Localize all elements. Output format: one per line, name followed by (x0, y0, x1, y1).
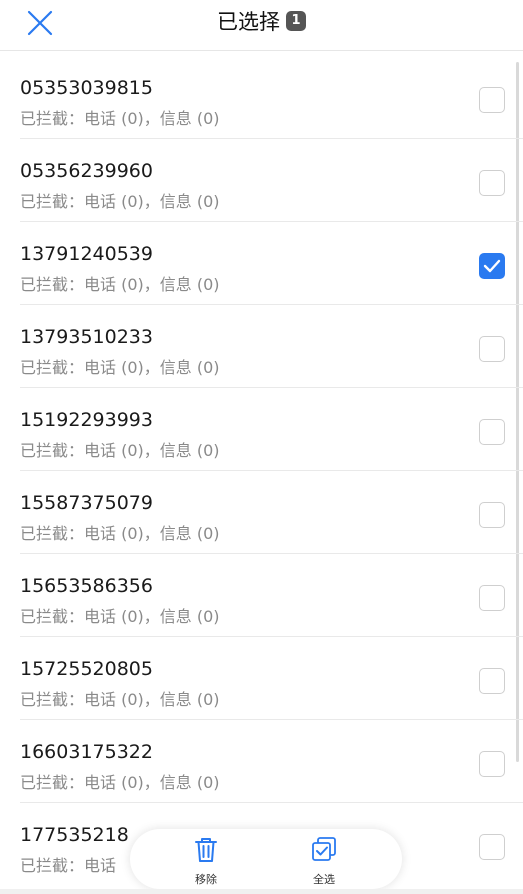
phone-number: 15725520805 (20, 658, 153, 680)
list-item[interactable]: 05353039815 已拦截：电话 (0)，信息 (0) (20, 56, 523, 139)
phone-number: 05353039815 (20, 77, 153, 99)
phone-number: 15653586356 (20, 575, 153, 597)
phone-number: 177535218 (20, 824, 129, 846)
phone-number: 13793510233 (20, 326, 153, 348)
phone-number: 15192293993 (20, 409, 153, 431)
list-item[interactable]: 15725520805 已拦截：电话 (0)，信息 (0) (20, 637, 523, 720)
block-status: 已拦截：电话 (0)，信息 (0) (20, 192, 220, 211)
page-title: 已选择 (217, 10, 280, 34)
block-status: 已拦截：电话 (0)，信息 (0) (20, 441, 220, 460)
list-item[interactable]: 15587375079 已拦截：电话 (0)，信息 (0) (20, 471, 523, 554)
remove-label: 移除 (195, 873, 217, 886)
selected-count-badge: 1 (286, 11, 306, 31)
block-status: 已拦截：电话 (0)，信息 (0) (20, 275, 220, 294)
blocked-number-list: 05353039815 已拦截：电话 (0)，信息 (0) 05356239960 已… (0, 56, 523, 885)
block-status: 已拦截：电话 (20, 856, 117, 875)
list-item[interactable]: 13793510233 已拦截：电话 (0)，信息 (0) (20, 305, 523, 388)
select-checkbox[interactable] (479, 668, 505, 694)
list-item[interactable]: 05356239960 已拦截：电话 (0)，信息 (0) (20, 139, 523, 222)
select-checkbox[interactable] (479, 585, 505, 611)
phone-number: 16603175322 (20, 741, 153, 763)
bottom-action-bar: 移除 全选 (130, 829, 402, 889)
list-item[interactable]: 15653586356 已拦截：电话 (0)，信息 (0) (20, 554, 523, 637)
select-all-icon (312, 837, 336, 861)
select-checkbox[interactable] (479, 751, 505, 777)
bottom-edge (0, 889, 523, 894)
remove-button[interactable]: 移除 (176, 835, 236, 887)
page-title-wrap: 已选择 1 (0, 7, 523, 37)
select-checkbox[interactable] (479, 419, 505, 445)
select-checkbox[interactable] (479, 87, 505, 113)
select-checkbox[interactable] (479, 253, 505, 279)
block-status: 已拦截：电话 (0)，信息 (0) (20, 109, 220, 128)
block-status: 已拦截：电话 (0)，信息 (0) (20, 358, 220, 377)
select-checkbox[interactable] (479, 336, 505, 362)
block-status: 已拦截：电话 (0)，信息 (0) (20, 690, 220, 709)
block-status: 已拦截：电话 (0)，信息 (0) (20, 524, 220, 543)
trash-icon (195, 838, 217, 862)
select-all-button[interactable]: 全选 (294, 835, 354, 887)
checkmark-icon (483, 259, 501, 273)
select-checkbox[interactable] (479, 170, 505, 196)
block-status: 已拦截：电话 (0)，信息 (0) (20, 773, 220, 792)
phone-number: 05356239960 (20, 160, 153, 182)
phone-number: 13791240539 (20, 243, 153, 265)
select-checkbox[interactable] (479, 502, 505, 528)
list-item[interactable]: 15192293993 已拦截：电话 (0)，信息 (0) (20, 388, 523, 471)
select-all-label: 全选 (313, 873, 335, 886)
top-app-bar: 已选择 1 (0, 0, 523, 51)
phone-number: 15587375079 (20, 492, 153, 514)
list-item[interactable]: 16603175322 已拦截：电话 (0)，信息 (0) (20, 720, 523, 803)
block-status: 已拦截：电话 (0)，信息 (0) (20, 607, 220, 626)
list-item[interactable]: 13791240539 已拦截：电话 (0)，信息 (0) (20, 222, 523, 305)
select-checkbox[interactable] (479, 834, 505, 860)
